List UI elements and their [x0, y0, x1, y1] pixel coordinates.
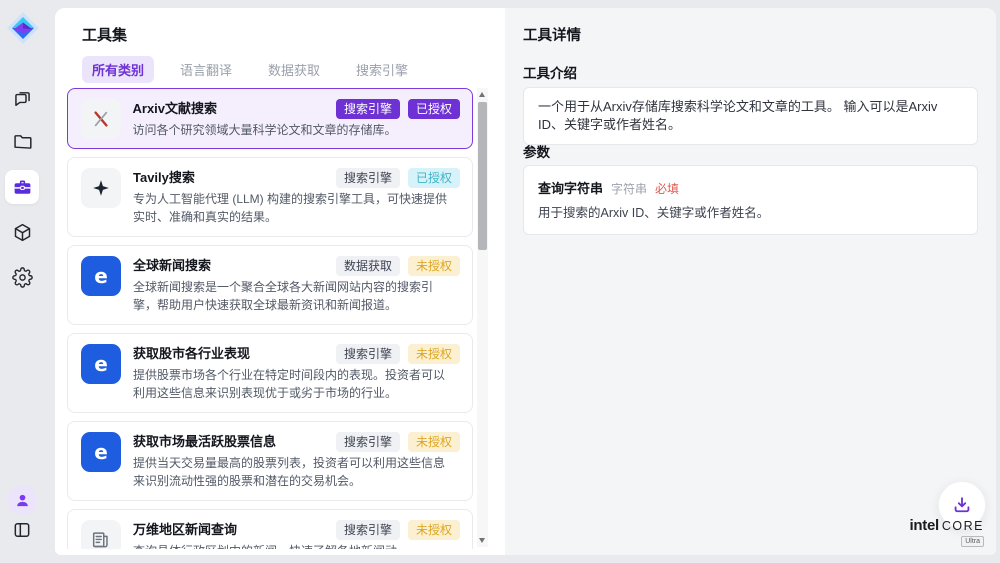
auth-status-badge: 未授权	[408, 520, 460, 540]
tool-icon-tavily	[81, 168, 121, 208]
tool-card[interactable]: Tavily搜索 专为人工智能代理 (LLM) 构建的搜索引擎工具，可快速提供实…	[67, 157, 473, 237]
tab-数据获取[interactable]: 数据获取	[258, 56, 330, 83]
intel-core-logo: intelCORE Ultra	[910, 519, 984, 547]
app-logo gem-logo-icon	[5, 10, 41, 46]
auth-status-badge: 已授权	[408, 168, 460, 188]
tool-card[interactable]: e 获取市场最活跃股票信息 提供当天交易量最高的股票列表，投资者可以利用这些信息…	[67, 421, 473, 501]
tool-card[interactable]: e 全球新闻搜索 全球新闻搜索是一个聚合全球各大新闻网站内容的搜索引擎，帮助用户…	[67, 245, 473, 325]
category-badge: 数据获取	[336, 256, 400, 276]
intro-box: 一个用于从Arxiv存储库搜索科学论文和文章的工具。 输入可以是Arxiv ID…	[523, 87, 978, 145]
sidebar-item-settings gear-icon[interactable]	[5, 260, 39, 294]
list-scrollbar[interactable]	[477, 88, 488, 547]
sidebar-item-models cube-icon[interactable]	[5, 215, 39, 249]
brand-core-text: CORE	[942, 519, 984, 533]
intro-heading: 工具介绍	[523, 62, 577, 82]
category-tab-bar: 所有类别 语言翻译 数据获取 搜索引擎	[82, 56, 418, 83]
tool-card[interactable]: Arxiv文献搜索 访问各个研究领域大量科学论文和文章的存储库。 搜索引擎 已授…	[67, 88, 473, 149]
tool-description: 提供股票市场各个行业在特定时间段内的表现。投资者可以利用这些信息来识别表现优于或…	[133, 366, 453, 402]
newspaper-icon	[90, 529, 112, 549]
param-required-badge: 必填	[655, 180, 679, 197]
sidebar-item-chat chat-icon[interactable]	[5, 81, 39, 115]
tab-语言翻译[interactable]: 语言翻译	[170, 56, 242, 83]
category-badge: 搜索引擎	[336, 344, 400, 364]
brand-intel-text: intel	[910, 517, 939, 534]
auth-status-badge: 未授权	[408, 432, 460, 452]
scrollbar-down-arrow-icon[interactable]	[479, 538, 485, 543]
scrollbar-up-arrow-icon[interactable]	[479, 92, 485, 97]
tab-搜索引擎[interactable]: 搜索引擎	[346, 56, 418, 83]
tool-icon-news-blue: e	[81, 344, 121, 384]
main-panel: 工具集 所有类别 语言翻译 数据获取 搜索引擎 Arxiv文献搜索 访问各个研究…	[55, 8, 996, 555]
user-avatar user-icon[interactable]	[7, 485, 37, 515]
tool-icon-arxiv	[81, 99, 121, 139]
news-search-icon: e	[94, 266, 108, 286]
app-root: 工具集 所有类别 语言翻译 数据获取 搜索引擎 Arxiv文献搜索 访问各个研究…	[0, 0, 1000, 563]
arxiv-icon	[91, 109, 111, 129]
panel-toggle-button panel-toggle-icon[interactable]	[5, 513, 39, 547]
tool-icon-newspaper	[81, 520, 121, 549]
tool-description: 访问各个研究领域大量科学论文和文章的存储库。	[133, 121, 397, 139]
news-search-icon: e	[94, 354, 108, 374]
tavily-star-icon	[91, 178, 111, 198]
sidebar-item-tools toolbox-icon[interactable]	[5, 170, 39, 204]
auth-status-badge: 已授权	[408, 99, 460, 119]
tool-description: 提供当天交易量最高的股票列表，投资者可以利用这些信息来识别流动性强的股票和潜在的…	[133, 454, 453, 490]
tool-description: 查询具体行政区划内的新闻，快速了解各地新闻动	[133, 542, 397, 549]
category-badge: 搜索引擎	[336, 432, 400, 452]
category-badge: 搜索引擎	[336, 99, 400, 119]
tool-list: Arxiv文献搜索 访问各个研究领域大量科学论文和文章的存储库。 搜索引擎 已授…	[67, 88, 473, 549]
tab-所有类别[interactable]: 所有类别	[82, 56, 154, 83]
tool-description: 全球新闻搜索是一个聚合全球各大新闻网站内容的搜索引擎，帮助用户快速获取全球最新资…	[133, 278, 453, 314]
tool-icon-news-blue: e	[81, 432, 121, 472]
tool-card[interactable]: 万维地区新闻查询 查询具体行政区划内的新闻，快速了解各地新闻动 搜索引擎 未授权	[67, 509, 473, 549]
sidebar	[0, 0, 55, 563]
download-icon	[951, 494, 973, 516]
category-badge: 搜索引擎	[336, 520, 400, 540]
tool-card[interactable]: e 获取股市各行业表现 提供股票市场各个行业在特定时间段内的表现。投资者可以利用…	[67, 333, 473, 413]
tools-panel: 工具集 所有类别 语言翻译 数据获取 搜索引擎 Arxiv文献搜索 访问各个研究…	[55, 8, 505, 555]
auth-status-badge: 未授权	[408, 344, 460, 364]
detail-title: 工具详情	[523, 24, 581, 45]
brand-ultra-badge: Ultra	[961, 536, 984, 547]
page-title: 工具集	[82, 24, 127, 45]
params-heading: 参数	[523, 141, 550, 161]
category-badge: 搜索引擎	[336, 168, 400, 188]
scrollbar-thumb[interactable]	[478, 102, 487, 250]
param-description: 用于搜索的Arxiv ID、关键字或作者姓名。	[538, 205, 963, 222]
parameter-card: 查询字符串 字符串 必填 用于搜索的Arxiv ID、关键字或作者姓名。	[523, 165, 978, 235]
sidebar-item-files folder-icon[interactable]	[5, 124, 39, 158]
tool-description: 专为人工智能代理 (LLM) 构建的搜索引擎工具，可快速提供实时、准确和真实的结…	[133, 190, 453, 226]
param-name: 查询字符串	[538, 178, 603, 197]
param-type: 字符串	[611, 180, 647, 197]
news-search-icon: e	[94, 442, 108, 462]
tool-detail-panel: 工具详情 工具介绍 一个用于从Arxiv存储库搜索科学论文和文章的工具。 输入可…	[505, 8, 996, 555]
auth-status-badge: 未授权	[408, 256, 460, 276]
tool-icon-news-blue: e	[81, 256, 121, 296]
